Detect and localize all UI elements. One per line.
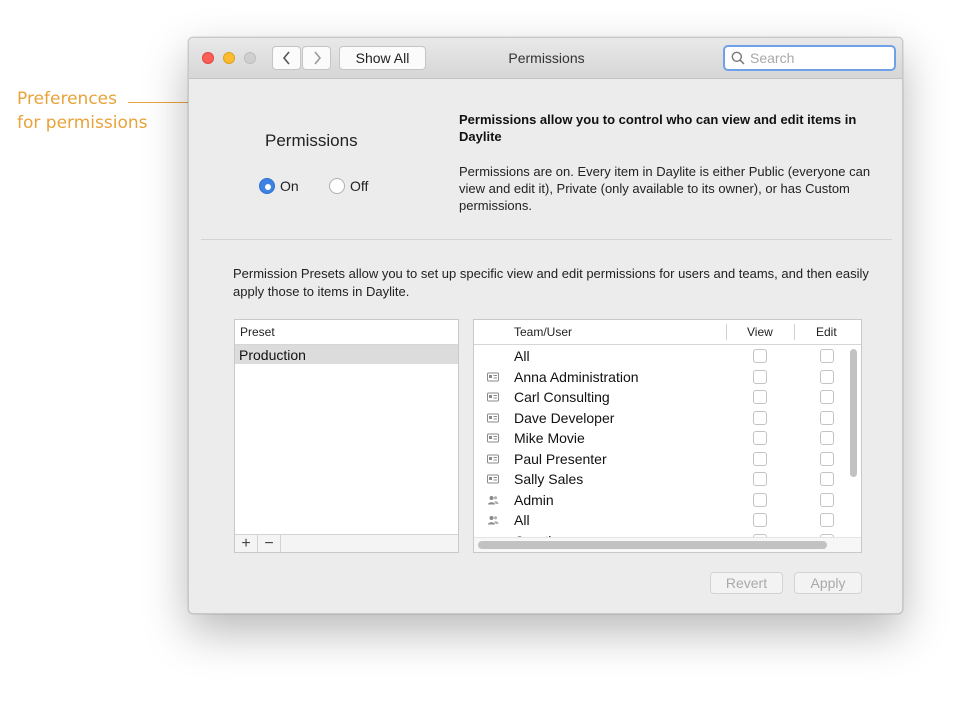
radio-unselected-icon <box>329 178 345 194</box>
titlebar: Show All Permissions <box>189 38 902 79</box>
user-card-icon <box>487 454 499 463</box>
team-user-name: All <box>514 512 530 528</box>
add-preset-button[interactable]: + <box>235 535 258 552</box>
user-card-icon <box>487 392 499 402</box>
view-checkbox[interactable] <box>753 451 767 466</box>
table-row[interactable]: Admin <box>474 490 861 511</box>
apply-button[interactable]: Apply <box>794 572 862 594</box>
chevron-left-icon <box>282 51 290 65</box>
preferences-window: Show All Permissions Permissions On Off … <box>188 37 903 614</box>
table-row[interactable]: All <box>474 510 861 531</box>
edit-checkbox[interactable] <box>820 451 834 466</box>
permissions-description-body: Permissions are on. Every item in Daylit… <box>459 164 871 213</box>
search-input[interactable] <box>750 50 890 66</box>
close-button[interactable] <box>202 52 214 64</box>
table-row[interactable]: Carl Consulting <box>474 387 861 408</box>
presets-description: Permission Presets allow you to set up s… <box>233 266 869 299</box>
permissions-description-title: Permissions allow you to control who can… <box>459 112 857 144</box>
edit-column-header[interactable]: Edit <box>816 320 837 344</box>
table-row[interactable]: All <box>474 346 861 367</box>
view-checkbox[interactable] <box>753 390 767 404</box>
team-user-name: Mike Movie <box>514 430 585 446</box>
vertical-scrollbar[interactable] <box>850 349 857 477</box>
radio-selected-icon <box>259 178 275 194</box>
preset-footer: + − <box>235 534 458 552</box>
zoom-button[interactable] <box>244 52 256 64</box>
team-user-column-header[interactable]: Team/User <box>514 320 572 344</box>
section-divider <box>201 239 892 240</box>
search-field[interactable] <box>723 45 896 71</box>
callout-label: Preferences for permissions <box>17 87 147 135</box>
preset-row[interactable]: Production <box>235 345 458 364</box>
edit-checkbox[interactable] <box>820 390 834 404</box>
team-user-name: Admin <box>514 491 554 508</box>
preset-table[interactable]: Preset Production + − <box>234 319 459 553</box>
view-checkbox[interactable] <box>753 369 767 384</box>
edit-checkbox[interactable] <box>820 472 834 486</box>
view-checkbox[interactable] <box>753 410 767 425</box>
column-separator <box>726 324 727 340</box>
view-checkbox[interactable] <box>753 492 767 507</box>
team-icon <box>488 516 499 525</box>
horizontal-scrollbar[interactable] <box>478 541 827 549</box>
table-row[interactable]: Mike Movie <box>474 428 861 449</box>
edit-checkbox[interactable] <box>820 369 834 384</box>
view-checkbox[interactable] <box>753 472 767 486</box>
user-card-icon <box>487 474 499 484</box>
team-user-name: Dave Developer <box>514 409 615 426</box>
edit-checkbox[interactable] <box>820 431 834 445</box>
back-button[interactable] <box>272 46 301 70</box>
team-user-name: Sally Sales <box>514 471 584 487</box>
user-card-icon <box>487 413 499 422</box>
edit-checkbox[interactable] <box>820 513 834 527</box>
permissions-heading: Permissions <box>265 131 358 150</box>
permissions-off-radio[interactable]: Off <box>329 178 368 194</box>
team-user-name: Carl Consulting <box>514 389 610 405</box>
team-user-name: Paul Presenter <box>514 450 607 467</box>
edit-checkbox[interactable] <box>820 410 834 425</box>
remove-preset-button[interactable]: − <box>258 535 281 552</box>
team-user-table-header: Team/User View Edit <box>474 320 861 345</box>
chevron-right-icon <box>313 51 321 65</box>
permissions-on-radio[interactable]: On <box>259 178 299 194</box>
user-card-icon <box>487 372 499 381</box>
off-label: Off <box>350 178 369 194</box>
table-row[interactable]: Dave Developer <box>474 408 861 429</box>
team-icon <box>488 495 499 504</box>
edit-checkbox[interactable] <box>820 349 834 363</box>
revert-button[interactable]: Revert <box>710 572 783 594</box>
callout-line-2: for permissions <box>17 113 148 133</box>
table-row[interactable]: Paul Presenter <box>474 449 861 470</box>
team-user-name: All <box>514 348 530 364</box>
view-checkbox[interactable] <box>753 349 767 363</box>
search-icon <box>731 51 745 65</box>
column-separator <box>794 324 795 340</box>
table-row[interactable]: Sally Sales <box>474 469 861 490</box>
user-card-icon <box>487 433 499 443</box>
preset-column-header[interactable]: Preset <box>235 320 458 345</box>
callout-line-1: Preferences <box>17 89 117 109</box>
window-title: Permissions <box>508 50 585 66</box>
on-label: On <box>280 178 299 194</box>
minimize-button[interactable] <box>223 52 235 64</box>
team-user-name: Anna Administration <box>514 368 639 385</box>
view-checkbox[interactable] <box>753 513 767 527</box>
view-checkbox[interactable] <box>753 431 767 445</box>
table-row[interactable]: Anna Administration <box>474 367 861 388</box>
team-user-rows: All Anna Administration Carl Consulting Dav… <box>474 346 861 551</box>
forward-button[interactable] <box>302 46 331 70</box>
team-user-table[interactable]: Team/User View Edit All Anna Administrati… <box>473 319 862 553</box>
view-column-header[interactable]: View <box>747 320 773 344</box>
show-all-button[interactable]: Show All <box>339 46 426 70</box>
edit-checkbox[interactable] <box>820 492 834 507</box>
